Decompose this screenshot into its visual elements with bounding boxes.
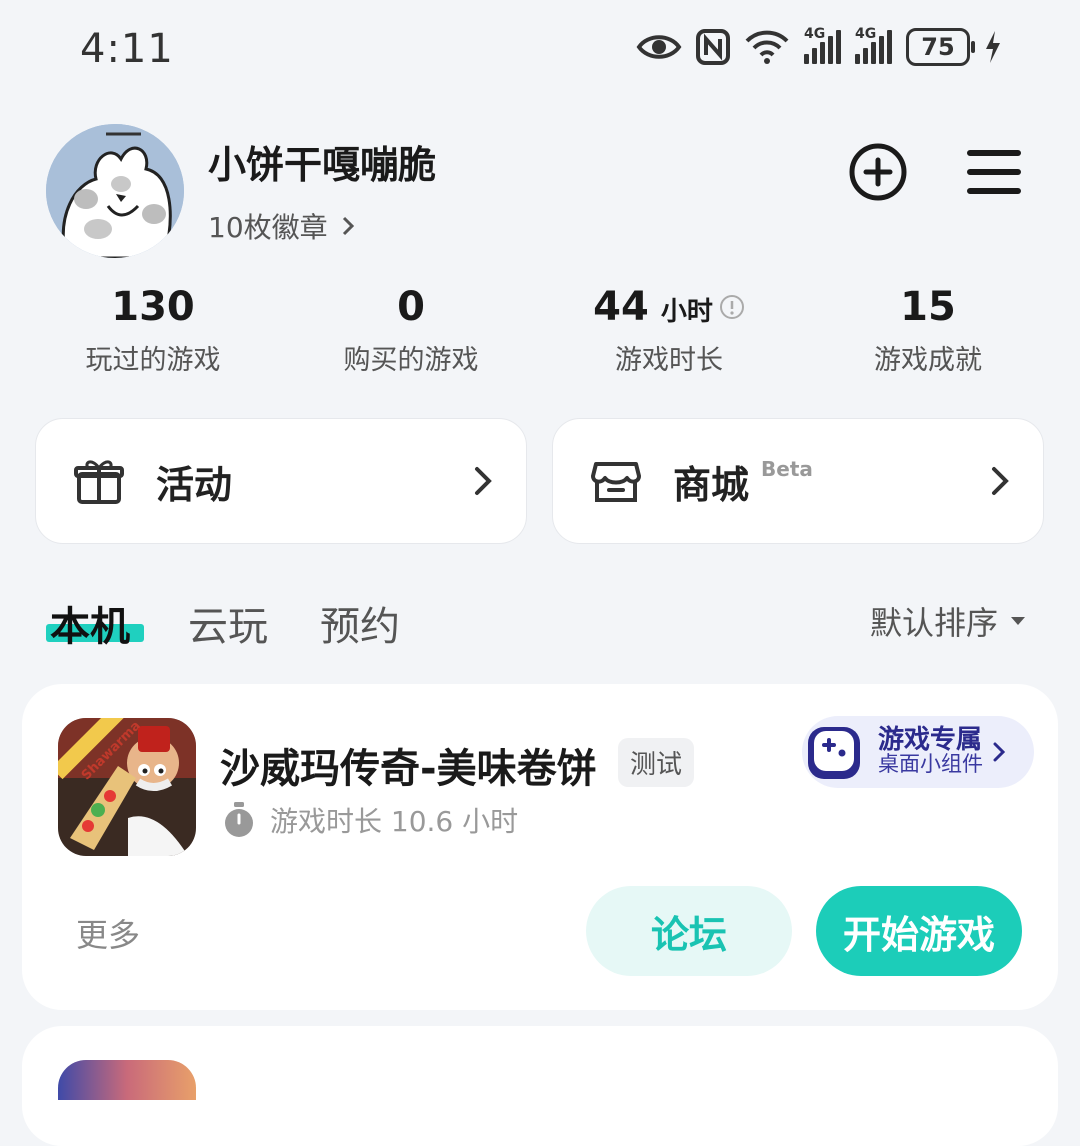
stopwatch-icon bbox=[225, 802, 253, 837]
forum-button[interactable]: 论坛 bbox=[586, 886, 792, 976]
signal-icon-2: 4G bbox=[855, 26, 892, 64]
stat-value: 15 bbox=[900, 284, 956, 330]
badges-link[interactable]: 10枚徽章 bbox=[208, 206, 354, 246]
store-entry[interactable]: 商城 Beta bbox=[552, 418, 1044, 544]
tab-local[interactable]: 本机 bbox=[50, 594, 130, 652]
beta-badge: Beta bbox=[761, 457, 813, 481]
stat-achievements[interactable]: 15 游戏成就 bbox=[808, 284, 1048, 377]
stat-label: 玩过的游戏 bbox=[85, 345, 221, 376]
gift-icon bbox=[74, 460, 124, 504]
stat-purchased-games[interactable]: 0 购买的游戏 bbox=[291, 284, 531, 377]
widget-title: 游戏专属 bbox=[878, 725, 983, 756]
more-button[interactable]: 更多 bbox=[76, 910, 140, 956]
menu-button[interactable] bbox=[962, 140, 1026, 204]
add-button[interactable] bbox=[846, 140, 910, 204]
chevron-right-icon bbox=[475, 467, 492, 495]
game-card-next bbox=[22, 1026, 1058, 1146]
stat-label: 游戏时长 bbox=[615, 345, 723, 376]
add-circle-icon bbox=[849, 143, 907, 201]
stat-label: 游戏成就 bbox=[874, 345, 982, 376]
store-icon bbox=[591, 462, 641, 502]
tab-reservation[interactable]: 预约 bbox=[320, 594, 400, 652]
gamepad-icon bbox=[808, 727, 860, 779]
start-game-button[interactable]: 开始游戏 bbox=[816, 886, 1022, 976]
game-icon-next[interactable] bbox=[58, 1060, 196, 1100]
network-label-2: 4G bbox=[855, 26, 877, 42]
test-tag: 测试 bbox=[618, 738, 695, 787]
game-playtime: 游戏时长 10.6 小时 bbox=[222, 800, 518, 840]
store-label: 商城 bbox=[673, 462, 750, 507]
wifi-icon bbox=[745, 30, 789, 64]
chevron-right-icon bbox=[992, 467, 1009, 495]
badges-label: 10枚徽章 bbox=[208, 211, 328, 244]
activity-entry[interactable]: 活动 bbox=[35, 418, 527, 544]
activity-label: 活动 bbox=[156, 462, 233, 507]
charging-icon bbox=[986, 31, 1000, 63]
chevron-right-icon bbox=[342, 216, 354, 236]
signal-icon: 4G bbox=[804, 26, 841, 64]
playtime-label: 游戏时长 10.6 小时 bbox=[270, 805, 519, 838]
eye-icon bbox=[636, 35, 682, 59]
menu-icon bbox=[967, 150, 1021, 194]
caret-down-icon bbox=[1011, 617, 1025, 625]
network-label: 4G bbox=[804, 26, 826, 42]
sort-dropdown[interactable]: 默认排序 bbox=[870, 598, 1026, 644]
widget-subtitle: 桌面小组件 bbox=[878, 752, 983, 777]
nfc-icon bbox=[696, 29, 730, 65]
status-icons: 4G 4G 75 bbox=[636, 26, 1002, 66]
tab-cloud[interactable]: 云玩 bbox=[188, 594, 268, 652]
stat-unit: 小时 bbox=[660, 297, 713, 327]
stat-value: 130 bbox=[111, 284, 195, 330]
stat-value: 44 bbox=[593, 284, 649, 330]
desktop-widget-button[interactable]: 游戏专属 桌面小组件 bbox=[802, 716, 1034, 788]
chevron-right-icon bbox=[993, 742, 1005, 762]
username: 小饼干嘎嘣脆 bbox=[208, 143, 437, 187]
stat-value: 0 bbox=[397, 284, 425, 330]
stat-label: 购买的游戏 bbox=[343, 345, 479, 376]
stat-played-games[interactable]: 130 玩过的游戏 bbox=[33, 284, 273, 377]
battery-icon: 75 bbox=[906, 28, 975, 66]
game-title[interactable]: 沙威玛传奇-美味卷饼 bbox=[220, 736, 597, 794]
stat-play-time[interactable]: 44 小时 游戏时长 bbox=[549, 284, 789, 377]
avatar[interactable] bbox=[46, 124, 184, 258]
sort-label: 默认排序 bbox=[869, 604, 998, 642]
status-time: 4:11 bbox=[80, 26, 174, 72]
info-icon bbox=[719, 295, 744, 319]
battery-level: 75 bbox=[921, 33, 955, 61]
game-icon[interactable]: Shawarma bbox=[58, 718, 196, 856]
